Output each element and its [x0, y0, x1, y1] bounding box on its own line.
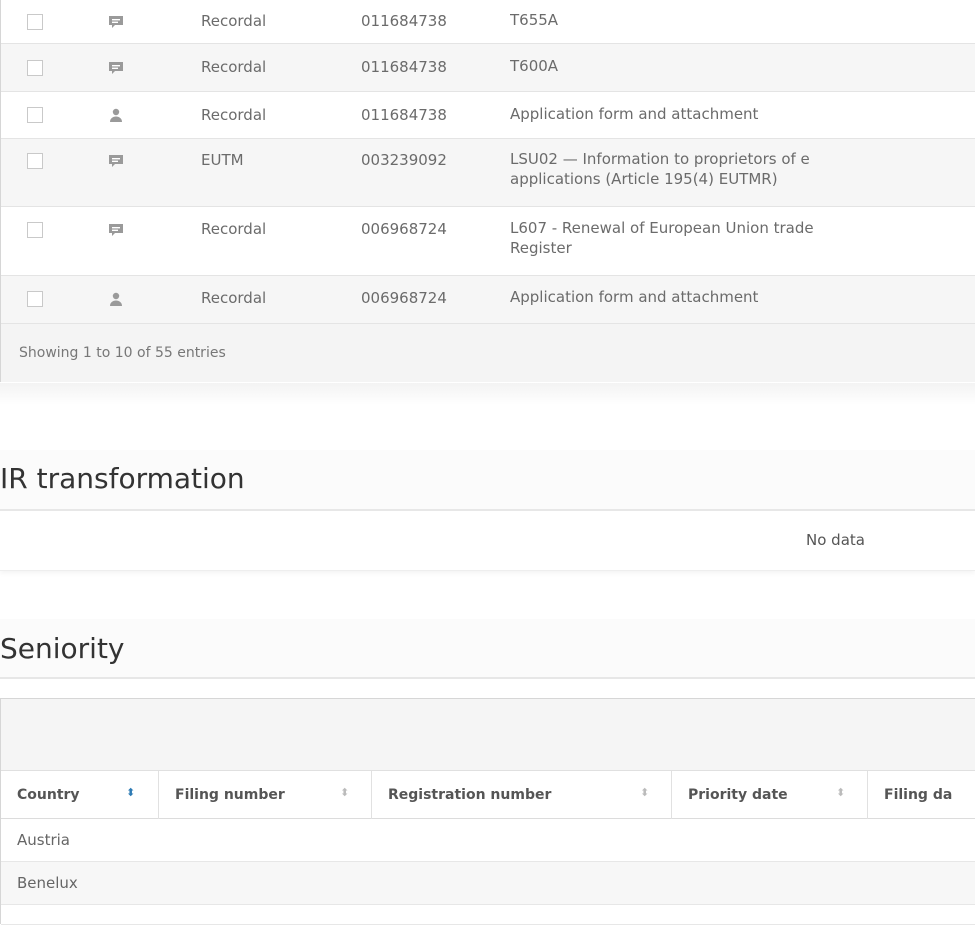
country-cell: Austria [17, 831, 70, 849]
entries-info: Showing 1 to 10 of 55 entries [19, 345, 226, 361]
document-number[interactable]: 011684738 [361, 106, 447, 124]
document-kind: Recordal [201, 289, 267, 307]
section-title: IR transformation [0, 462, 245, 495]
table-footer: Showing 1 to 10 of 55 entries [1, 324, 975, 382]
document-number[interactable]: 011684738 [361, 12, 447, 30]
ir-transformation-header: IR transformation [0, 450, 975, 511]
column-header-filing-number[interactable]: Filing number ⬍ [159, 771, 372, 819]
document-number[interactable]: 011684738 [361, 58, 447, 76]
message-icon [109, 155, 123, 167]
row-checkbox[interactable] [27, 60, 43, 76]
table-row[interactable]: Recordal 011684738 Application form and … [1, 92, 975, 139]
column-header-country[interactable]: Country ⬍ [1, 771, 159, 819]
document-title[interactable]: Application form and attachment [510, 287, 975, 307]
document-title[interactable]: T655A [510, 10, 975, 30]
column-label: Priority date [688, 787, 788, 803]
table-header: Country ⬍ Filing number ⬍ Registration n… [1, 771, 975, 819]
message-icon [109, 16, 123, 28]
document-number[interactable]: 006968724 [361, 220, 447, 238]
document-title[interactable]: L607 - Renewal of European Union trade R… [510, 218, 975, 258]
sort-icon[interactable]: ⬍ [340, 786, 349, 799]
document-title[interactable]: LSU02 — Information to proprietors of e … [510, 149, 975, 189]
document-title-line: LSU02 — Information to proprietors of e [510, 150, 810, 168]
table-row[interactable]: Recordal 006968724 L607 - Renewal of Eur… [1, 207, 975, 276]
sort-icon[interactable]: ⬍ [836, 786, 845, 799]
document-kind: Recordal [201, 12, 267, 30]
row-checkbox[interactable] [27, 291, 43, 307]
table-row[interactable]: EUTM 003239092 LSU02 — Information to pr… [1, 139, 975, 207]
document-title-line: Application form and attachment [510, 105, 759, 123]
table-toolbar [1, 699, 975, 771]
document-kind: Recordal [201, 220, 267, 238]
table-row[interactable]: Recordal 006968724 Application form and … [1, 276, 975, 324]
message-icon [109, 224, 123, 236]
document-title[interactable]: Application form and attachment [510, 104, 975, 124]
message-icon [109, 62, 123, 74]
column-label: Country [17, 787, 80, 803]
document-title-line: Application form and attachment [510, 288, 759, 306]
column-label: Filing number [175, 787, 285, 803]
column-header-registration-number[interactable]: Registration number ⬍ [372, 771, 672, 819]
table-row[interactable]: Austria [1, 819, 975, 862]
seniority-header: Seniority [0, 619, 975, 679]
row-checkbox[interactable] [27, 107, 43, 123]
document-number[interactable]: 003239092 [361, 151, 447, 169]
document-title-line: applications (Article 195(4) EUTMR) [510, 170, 778, 188]
document-kind: EUTM [201, 151, 244, 169]
column-label: Registration number [388, 787, 552, 803]
document-title[interactable]: T600A [510, 56, 975, 76]
document-title-line: T600A [510, 57, 559, 75]
column-label: Filing da [884, 787, 953, 803]
document-title-line: T655A [510, 11, 559, 29]
document-kind: Recordal [201, 106, 267, 124]
row-checkbox[interactable] [27, 153, 43, 169]
no-data-label: No data [806, 531, 865, 549]
correspondence-table: Recordal 011684738 T655A Recordal 011684… [0, 0, 975, 382]
sort-icon[interactable]: ⬍ [126, 786, 135, 799]
section-divider [0, 383, 975, 405]
section-title: Seniority [0, 632, 125, 665]
document-number[interactable]: 006968724 [361, 289, 447, 307]
row-checkbox[interactable] [27, 14, 43, 30]
country-cell: Benelux [17, 874, 78, 892]
column-header-priority-date[interactable]: Priority date ⬍ [672, 771, 868, 819]
table-row[interactable]: Recordal 011684738 T600A [1, 44, 975, 92]
document-kind: Recordal [201, 58, 267, 76]
row-checkbox[interactable] [27, 222, 43, 238]
document-title-line: L607 - Renewal of European Union trade [510, 219, 814, 237]
sort-icon[interactable]: ⬍ [640, 786, 649, 799]
table-row[interactable]: Benelux [1, 862, 975, 905]
table-row[interactable]: Recordal 011684738 T655A [1, 0, 975, 44]
column-header-filing-date[interactable]: Filing da [868, 771, 975, 819]
ir-transformation-body: No data [0, 511, 975, 571]
table-row[interactable] [1, 905, 975, 925]
document-title-line: Register [510, 239, 572, 257]
user-icon [110, 108, 122, 122]
seniority-table: Country ⬍ Filing number ⬍ Registration n… [0, 698, 975, 925]
user-icon [110, 292, 122, 306]
